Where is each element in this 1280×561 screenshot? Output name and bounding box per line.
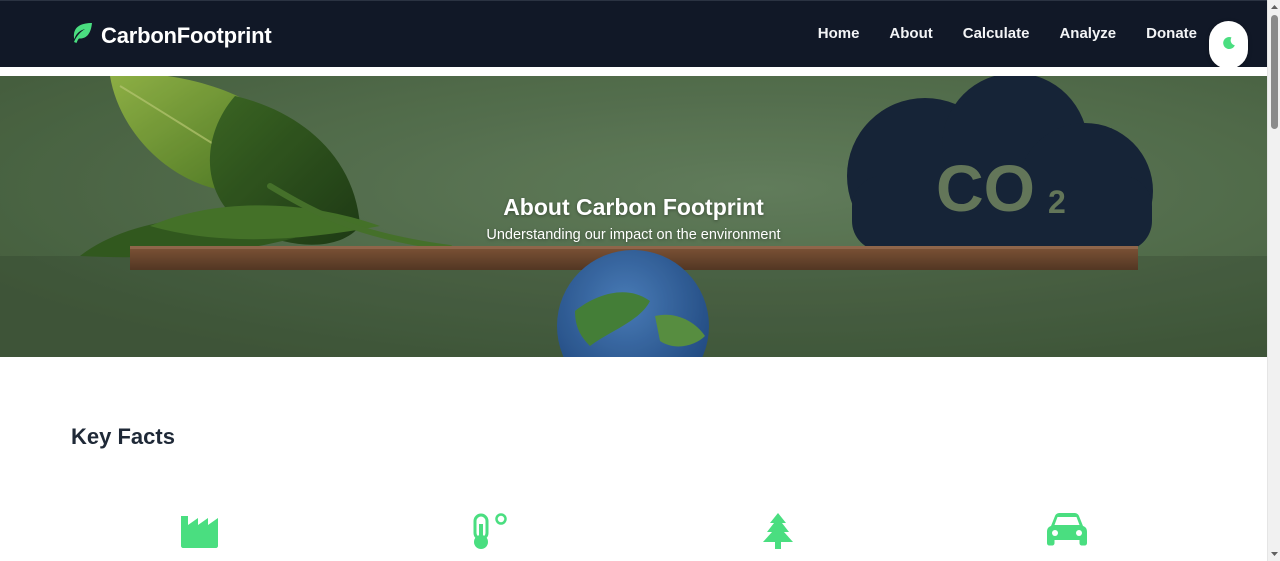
nav-link-home[interactable]: Home bbox=[818, 25, 860, 42]
nav-link-analyze[interactable]: Analyze bbox=[1059, 25, 1116, 42]
nav-link-donate[interactable]: Donate bbox=[1146, 25, 1197, 42]
key-facts-heading: Key Facts bbox=[71, 424, 175, 449]
brand-logo[interactable]: CarbonFootprint bbox=[70, 22, 272, 49]
brand-name: CarbonFootprint bbox=[101, 22, 272, 48]
nav-spacer bbox=[0, 67, 1267, 76]
hero-banner: CO 2 About Carbon Footprint Understandin… bbox=[0, 76, 1267, 357]
car-icon bbox=[1046, 512, 1088, 553]
nav-link-calculate[interactable]: Calculate bbox=[963, 25, 1030, 42]
theme-toggle-button[interactable] bbox=[1209, 21, 1248, 69]
hero-subtitle: Understanding our impact on the environm… bbox=[486, 227, 781, 243]
scroll-down-arrow-icon[interactable] bbox=[1270, 549, 1279, 558]
scroll-up-arrow-icon[interactable] bbox=[1270, 3, 1279, 12]
tree-icon bbox=[760, 512, 796, 555]
leaf-icon bbox=[70, 22, 94, 49]
top-navbar: CarbonFootprint Home About Calculate Ana… bbox=[0, 0, 1267, 69]
nav-link-about[interactable]: About bbox=[889, 25, 932, 42]
thermometer-icon bbox=[470, 512, 510, 555]
hero-title: About Carbon Footprint bbox=[503, 194, 764, 220]
page-scrollbar[interactable] bbox=[1267, 0, 1280, 561]
factory-icon bbox=[180, 512, 220, 553]
moon-icon bbox=[1222, 36, 1236, 55]
scrollbar-thumb[interactable] bbox=[1271, 15, 1278, 129]
nav-links: Home About Calculate Analyze Donate bbox=[818, 25, 1197, 42]
